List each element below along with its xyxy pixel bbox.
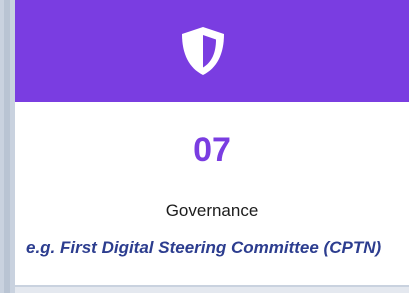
slide-frame: 07 Governance e.g. First Digital Steerin… bbox=[0, 0, 409, 293]
card-number: 07 bbox=[193, 131, 231, 169]
card-header bbox=[15, 0, 409, 102]
card-example: e.g. First Digital Steering Committee (C… bbox=[26, 238, 382, 257]
shield-icon bbox=[182, 27, 224, 75]
left-border bbox=[0, 0, 15, 293]
governance-card: 07 Governance e.g. First Digital Steerin… bbox=[15, 0, 409, 285]
left-border-inner bbox=[4, 0, 10, 293]
bottom-border-line bbox=[15, 285, 409, 287]
card-label: Governance bbox=[165, 201, 259, 220]
